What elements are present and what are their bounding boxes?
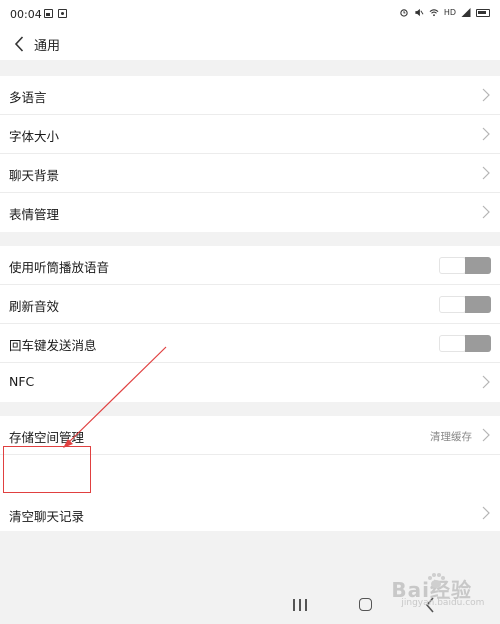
setting-label: 回车键发送消息 xyxy=(9,338,97,353)
refresh-sound-toggle[interactable] xyxy=(439,296,491,313)
watermark: Bai经验 jingyan.baidu.com xyxy=(391,573,484,608)
recent-apps-icon[interactable] xyxy=(293,599,307,611)
chevron-right-icon xyxy=(482,205,490,219)
setting-row-enter-to-send: 回车键发送消息 xyxy=(0,324,500,363)
gallery-notification-icon xyxy=(44,9,53,18)
chevron-right-icon xyxy=(482,428,490,442)
setting-label: 刷新音效 xyxy=(9,299,60,314)
enter-to-send-toggle[interactable] xyxy=(439,335,491,352)
setting-label: 存储空间管理 xyxy=(9,430,85,445)
back-arrow-icon[interactable] xyxy=(8,32,30,56)
home-icon[interactable] xyxy=(359,598,372,611)
mute-icon xyxy=(415,8,424,17)
paw-logo-icon xyxy=(428,573,446,588)
status-time: 00:04 xyxy=(10,8,42,21)
title-bar: 通用 xyxy=(0,28,500,60)
chevron-right-icon xyxy=(482,166,490,180)
chevron-right-icon xyxy=(482,88,490,102)
settings-group-sound: 使用听筒播放语音 刷新音效 回车键发送消息 NFC xyxy=(0,246,500,402)
alarm-icon xyxy=(400,9,408,17)
chevron-right-icon xyxy=(482,127,490,141)
battery-icon xyxy=(476,8,490,17)
settings-group-display: 多语言 字体大小 聊天背景 表情管理 xyxy=(0,76,500,232)
hd-indicator: HD xyxy=(443,8,456,17)
setting-row-font-size[interactable]: 字体大小 xyxy=(0,115,500,154)
setting-label: NFC xyxy=(9,374,35,389)
status-bar: 00:04 HD xyxy=(0,0,500,28)
annotation-highlight-box xyxy=(3,446,91,493)
chevron-right-icon xyxy=(482,375,490,389)
page-title: 通用 xyxy=(34,39,61,54)
wifi-icon xyxy=(429,9,439,17)
earpiece-toggle[interactable] xyxy=(439,257,491,274)
setting-row-chat-background[interactable]: 聊天背景 xyxy=(0,154,500,193)
chevron-right-icon xyxy=(482,506,490,520)
setting-label: 字体大小 xyxy=(9,129,60,144)
status-icons: HD xyxy=(399,8,490,17)
setting-label: 多语言 xyxy=(9,90,47,105)
setting-row-nfc[interactable]: NFC xyxy=(0,363,500,402)
signal-icon xyxy=(461,8,471,17)
setting-row-emoji-management[interactable]: 表情管理 xyxy=(0,193,500,232)
setting-label: 清空聊天记录 xyxy=(9,509,85,524)
clear-cache-value: 清理缓存 xyxy=(430,431,472,443)
setting-label: 聊天背景 xyxy=(9,168,60,183)
setting-row-refresh-sound: 刷新音效 xyxy=(0,285,500,324)
setting-label: 表情管理 xyxy=(9,207,60,222)
watermark-url: jingyan.baidu.com xyxy=(401,598,485,608)
setting-row-earpiece-playback: 使用听筒播放语音 xyxy=(0,246,500,285)
setting-label: 使用听筒播放语音 xyxy=(9,260,110,275)
camera-notification-icon xyxy=(58,9,67,18)
setting-row-language[interactable]: 多语言 xyxy=(0,76,500,115)
